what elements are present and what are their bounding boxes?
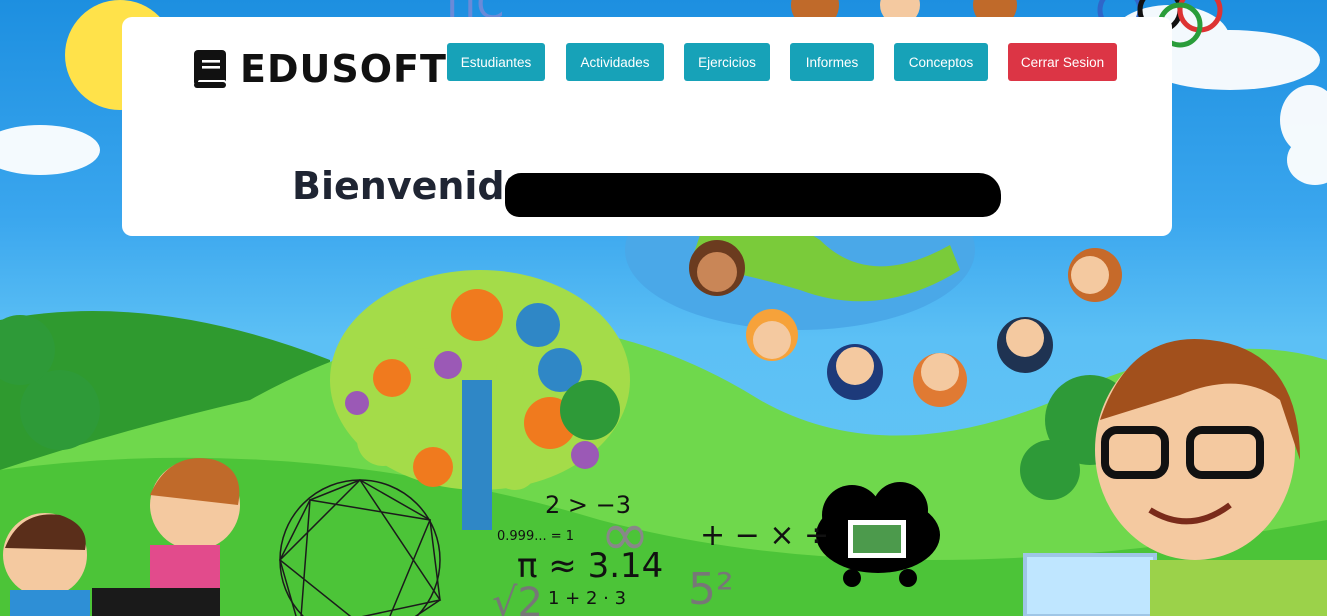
nav-ejercicios-button[interactable]: Ejercicios (684, 43, 770, 81)
math-repeating: 0.999... = 1 (497, 529, 574, 544)
math-sum: 1 + 2 · 3 (548, 588, 626, 609)
brand[interactable]: EDUSOFT (192, 47, 447, 91)
header-card: EDUSOFT Estudiantes Actividades Ejercici… (122, 17, 1172, 236)
math-power: 5² (688, 564, 734, 615)
nav-actividades-button[interactable]: Actividades (566, 43, 664, 81)
logout-button[interactable]: Cerrar Sesion (1008, 43, 1117, 81)
nav-estudiantes-button[interactable]: Estudiantes (447, 43, 545, 81)
nav-informes-button[interactable]: Informes (790, 43, 874, 81)
nav-conceptos-button[interactable]: Conceptos (894, 43, 988, 81)
svg-text:∞: ∞ (600, 500, 650, 570)
math-root: √2 (492, 580, 543, 616)
brand-name: EDUSOFT (240, 47, 447, 91)
math-operators: + − × ÷ (700, 518, 829, 553)
redacted-user-name (505, 173, 1001, 217)
book-icon (194, 50, 226, 88)
